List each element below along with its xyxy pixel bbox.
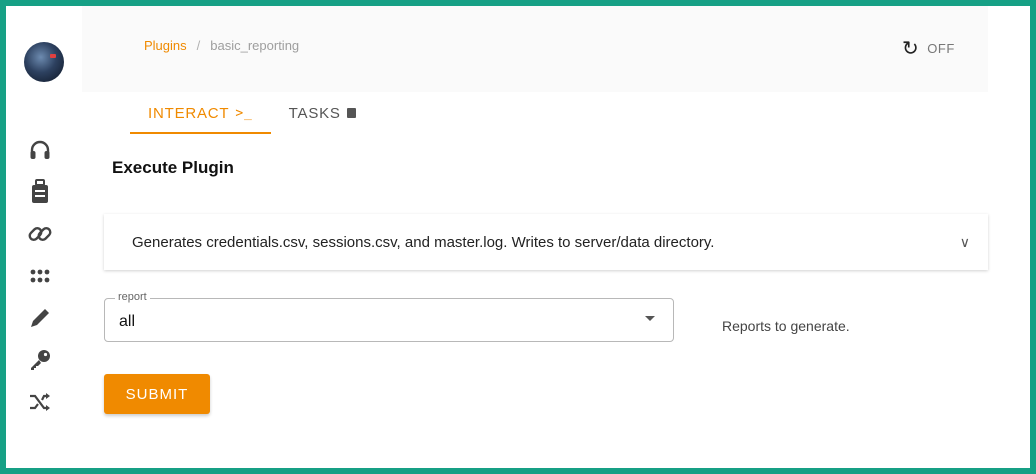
link-icon[interactable] xyxy=(26,220,54,248)
tab-interact[interactable]: INTERACT >_ xyxy=(130,92,271,134)
breadcrumb-separator: / xyxy=(196,38,201,53)
refresh-icon[interactable]: ↻ xyxy=(902,36,919,61)
tab-list: INTERACT >_ TASKS xyxy=(130,92,374,134)
tab-interact-label: INTERACT xyxy=(148,104,230,122)
shuffle-icon[interactable] xyxy=(26,388,54,416)
luggage-icon[interactable] xyxy=(26,178,54,206)
key-icon[interactable] xyxy=(26,346,54,374)
report-select-value: all xyxy=(119,313,136,330)
refresh-toggle-state: OFF xyxy=(927,41,955,56)
avatar-detail xyxy=(50,54,56,58)
page-title: Execute Plugin xyxy=(112,158,234,177)
report-helper-text: Reports to generate. xyxy=(722,318,850,334)
breadcrumb: Plugins / basic_reporting xyxy=(144,38,299,53)
headset-icon[interactable] xyxy=(26,136,54,164)
avatar[interactable] xyxy=(24,42,64,82)
report-select[interactable]: report all xyxy=(104,291,674,342)
dropdown-caret-icon[interactable] xyxy=(645,316,655,321)
breadcrumb-plugins-link[interactable]: Plugins xyxy=(144,38,187,53)
task-icon xyxy=(346,108,356,118)
chevron-down-icon[interactable]: ∨ xyxy=(960,234,970,251)
terminal-icon: >_ xyxy=(235,105,253,121)
sidebar xyxy=(6,6,82,468)
submit-button[interactable]: SUBMIT xyxy=(104,374,210,414)
tab-tasks-label: TASKS xyxy=(288,104,341,122)
apps-grid-icon[interactable] xyxy=(26,262,54,290)
plugin-description: Generates credentials.csv, sessions.csv,… xyxy=(132,233,715,251)
top-bar: Plugins / basic_reporting ↻ OFF xyxy=(82,6,988,92)
plugin-description-panel[interactable]: Generates credentials.csv, sessions.csv,… xyxy=(104,214,988,270)
report-select-label: report xyxy=(115,291,150,303)
tabs-bar: INTERACT >_ TASKS xyxy=(82,92,988,142)
breadcrumb-current: basic_reporting xyxy=(210,38,300,53)
refresh-toggle[interactable]: ↻ OFF xyxy=(902,36,955,61)
tab-tasks[interactable]: TASKS xyxy=(271,92,374,134)
pencil-icon[interactable] xyxy=(26,304,54,332)
